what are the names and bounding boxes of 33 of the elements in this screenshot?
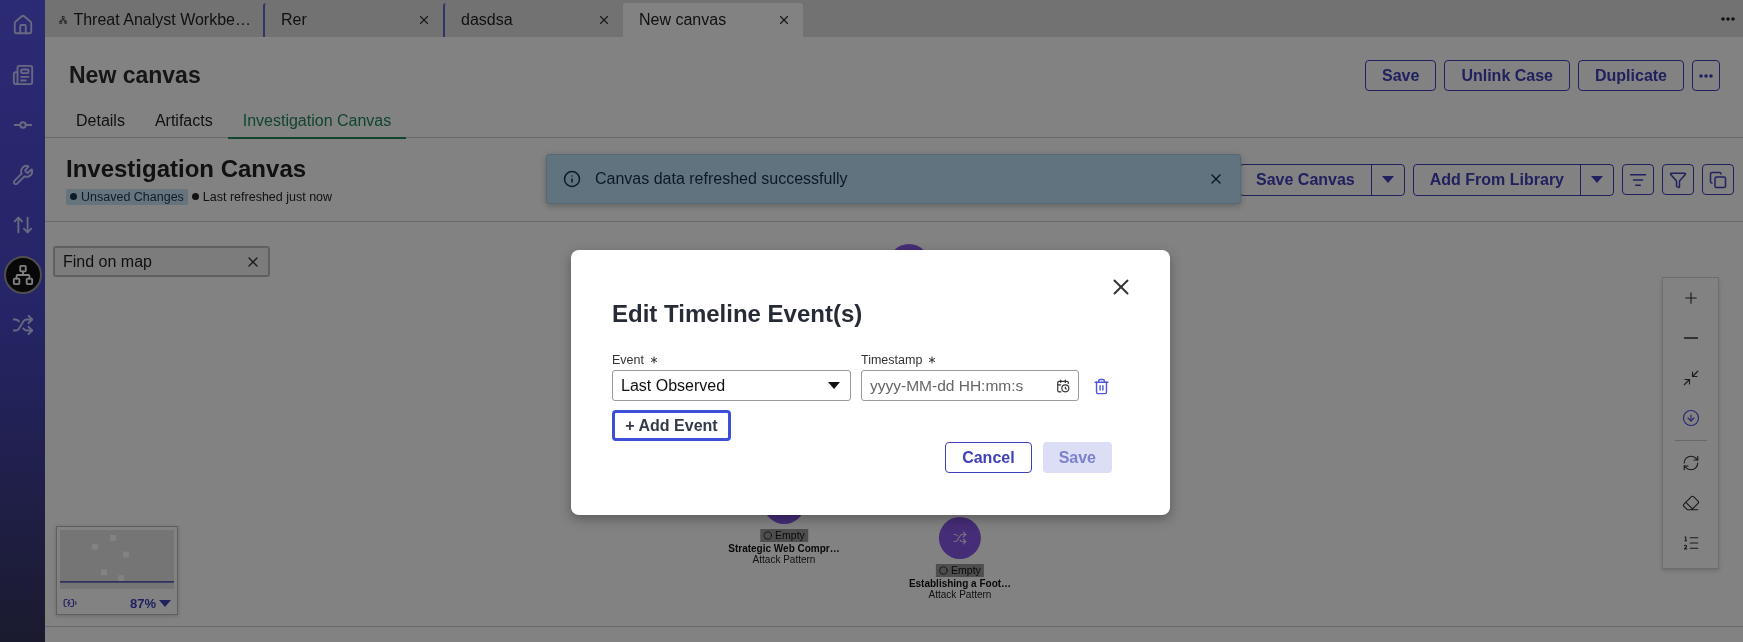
subtab[interactable]: Artifacts [139,106,228,139]
header-action-button[interactable]: Duplicate [1578,60,1684,91]
subtab[interactable]: Details [61,106,140,139]
timestamp-field[interactable]: yyyy-MM-dd HH:mm:s [861,370,1079,401]
subtab[interactable]: Investigation Canvas [227,106,407,139]
badge-label: Unsaved Changes [81,189,184,204]
tab[interactable]: Threat Analyst Workbe… [55,3,263,37]
tab[interactable]: New canvas [623,3,803,37]
field-label: Timestamp [861,353,923,367]
field-label: Event [612,353,644,367]
header-action-button[interactable]: Unlink Case [1444,60,1570,91]
event-select[interactable]: Last Observed [612,370,851,401]
tab-label: Threat Analyst Workbe… [73,11,251,29]
tab-label: New canvas [639,11,728,29]
add-event-button[interactable]: + Add Event [612,410,731,441]
page-title: New canvas [69,62,202,89]
toast-message: Canvas data refreshed successfully [595,170,849,188]
tab-label: dasdsa [461,11,514,29]
header-action-button[interactable]: Save [1365,60,1437,91]
node-title: Establishing a Foot… [908,578,1012,589]
zoom-select[interactable]: 87% [129,595,171,611]
search-field[interactable]: Find on map [53,246,270,277]
refresh-status: Last refreshed just now [202,189,333,204]
tab-label: Rer [281,11,308,29]
status-text: Empty [775,529,805,542]
status-text: Empty [951,564,981,577]
dialog-title: Edit Timeline Event(s) [612,300,863,328]
node-type: Attack Pattern [752,554,816,565]
canvas-title: Investigation Canvas [66,154,307,183]
node-type: Attack Pattern [928,589,992,600]
node-title: Strategic Web Compr… [728,543,840,554]
cancel-button[interactable]: Cancel [945,442,1032,473]
tab[interactable]: Rer [263,3,443,37]
